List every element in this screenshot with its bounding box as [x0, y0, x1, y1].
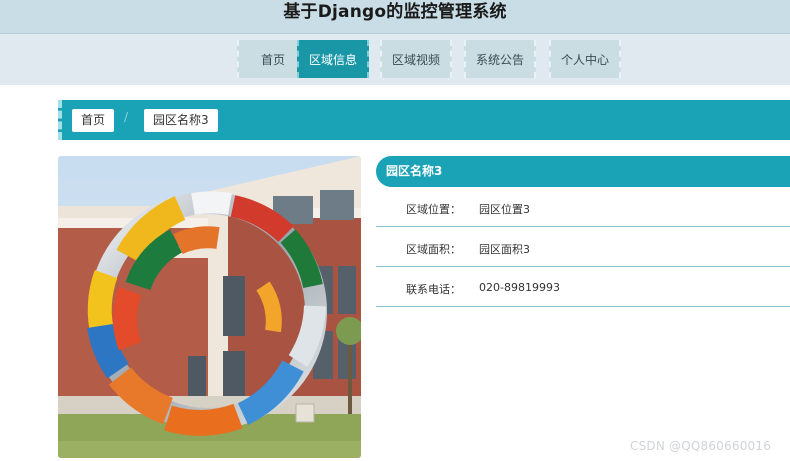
detail-value: 园区面积3	[479, 243, 530, 256]
area-name-title: 园区名称3	[376, 156, 790, 187]
detail-label: 区域位置：	[406, 203, 461, 216]
breadcrumb: 首页 / 园区名称3	[58, 100, 790, 140]
nav-item-area-info[interactable]: 区域信息	[297, 40, 369, 78]
breadcrumb-separator: /	[124, 110, 129, 124]
nav-item-announcements[interactable]: 系统公告	[464, 40, 536, 78]
area-photo	[58, 156, 361, 458]
detail-label: 联系电话：	[406, 283, 461, 296]
breadcrumb-home[interactable]: 首页	[72, 109, 115, 132]
nav-item-profile[interactable]: 个人中心	[549, 40, 621, 78]
site-title: 基于Django的监控管理系统	[283, 2, 507, 22]
detail-row-phone: 联系电话： 020-89819993	[376, 267, 790, 307]
watermark: CSDN @QQ860660016	[630, 439, 772, 453]
area-photo-image	[58, 156, 361, 458]
main-nav: 首页 区域信息 区域视频 系统公告 个人中心	[0, 33, 790, 85]
detail-row-location: 区域位置： 园区位置3	[376, 187, 790, 227]
detail-label: 区域面积：	[406, 243, 461, 256]
breadcrumb-current: 园区名称3	[144, 109, 218, 132]
detail-value: 020-89819993	[479, 281, 560, 294]
detail-value: 园区位置3	[479, 203, 530, 216]
nav-item-area-video[interactable]: 区域视频	[380, 40, 452, 78]
site-header: 基于Django的监控管理系统	[0, 0, 790, 33]
detail-row-area: 区域面积： 园区面积3	[376, 227, 790, 267]
